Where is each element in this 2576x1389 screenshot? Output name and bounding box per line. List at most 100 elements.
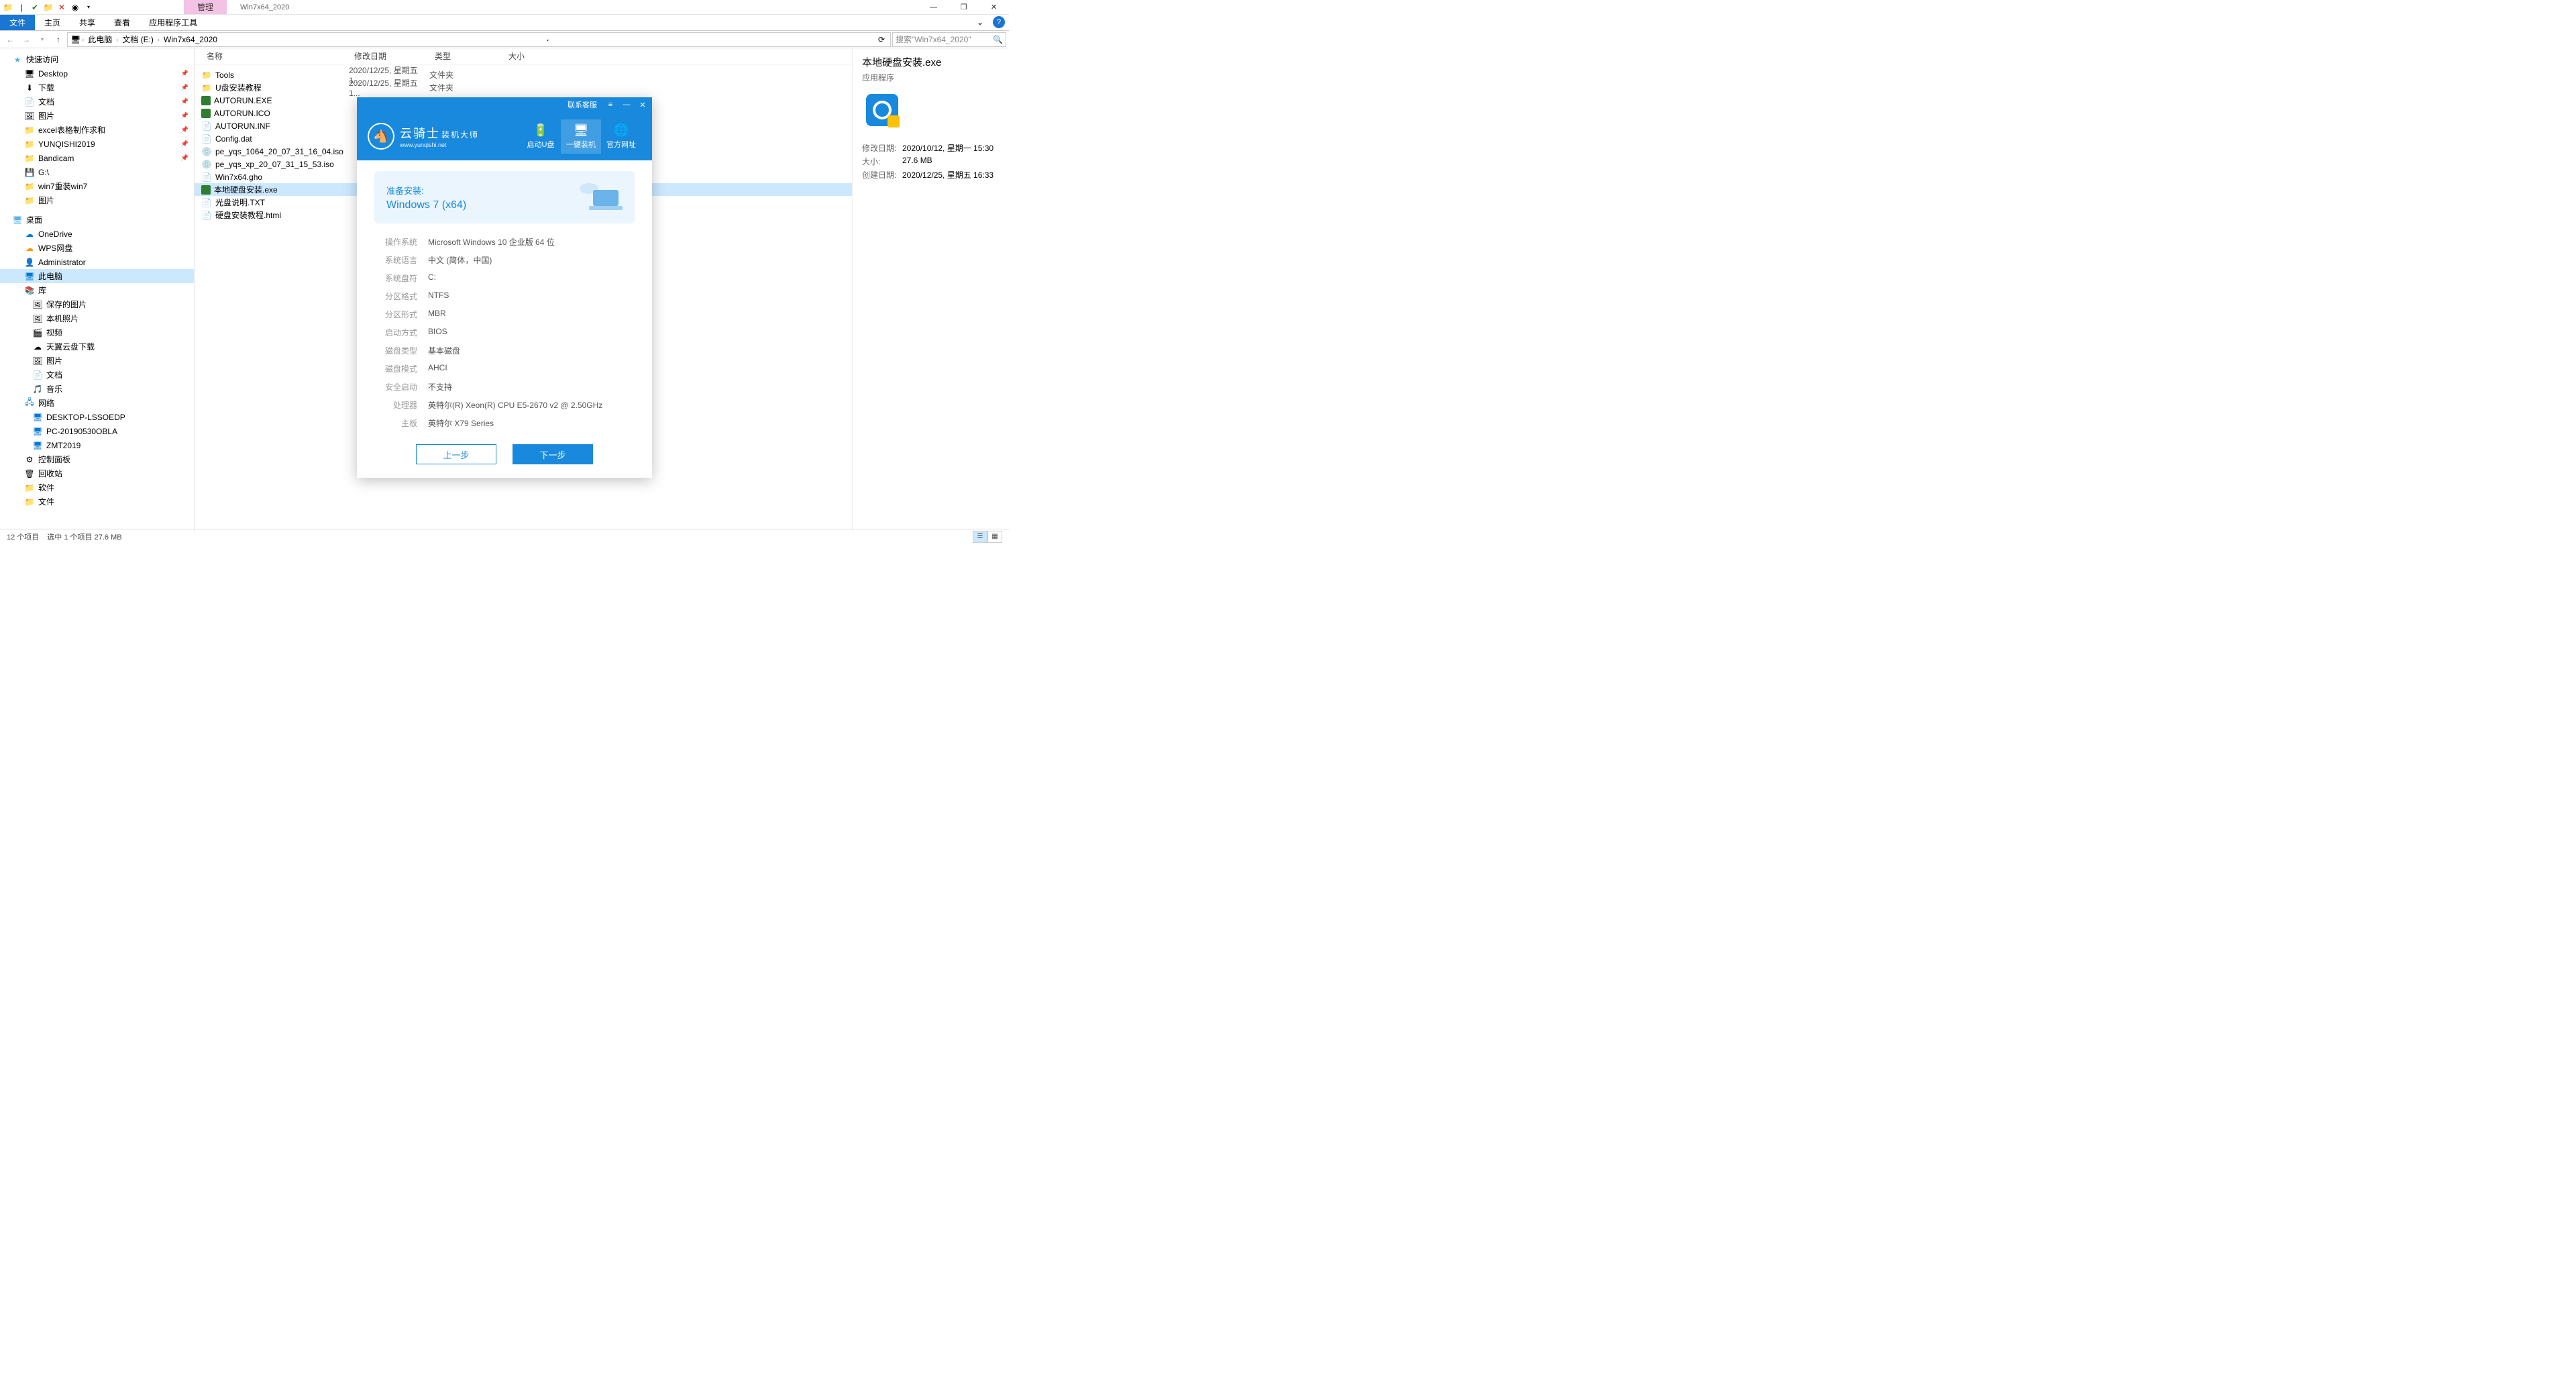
quick-access-header[interactable]: ★ 快速访问	[0, 52, 194, 66]
tab-app-tools[interactable]: 应用程序工具	[140, 15, 207, 30]
sidebar-item[interactable]: 🖼图片📌	[0, 109, 194, 123]
chevron-right-icon[interactable]: ›	[158, 36, 160, 43]
sidebar-item[interactable]: 🖼保存的图片	[0, 297, 194, 311]
ribbon-context-tab[interactable]: 管理	[184, 0, 227, 14]
sidebar-item[interactable]: 🎬视频	[0, 325, 194, 340]
system-info-row: 分区形式MBR	[374, 305, 635, 323]
navigation-pane[interactable]: ★ 快速访问 🖥Desktop📌⬇下载📌📄文档📌🖼图片📌📁excel表格制作求和…	[0, 48, 195, 531]
chevron-right-icon[interactable]: ›	[116, 36, 118, 43]
info-label: 系统语言	[374, 254, 417, 266]
nav-item-label: 音乐	[46, 383, 62, 395]
back-button[interactable]: ←	[3, 32, 17, 47]
installer-menu-icon[interactable]: ≡	[604, 101, 617, 109]
details-view-button[interactable]: ☰	[973, 531, 987, 543]
sidebar-item[interactable]: 📁图片	[0, 193, 194, 207]
sidebar-item[interactable]: 🖥Desktop📌	[0, 66, 194, 81]
column-type[interactable]: 类型	[429, 50, 503, 62]
icons-view-button[interactable]: ▦	[987, 531, 1002, 543]
sidebar-item[interactable]: 📁文件	[0, 495, 194, 509]
sidebar-item[interactable]: ⬇下载📌	[0, 81, 194, 95]
file-row[interactable]: 📁U盘安装教程2020/12/25, 星期五 1...文件夹	[195, 81, 852, 94]
info-label: 操作系统	[374, 236, 417, 248]
nav-item-icon: 🖥	[24, 68, 35, 79]
details-row: 修改日期:2020/10/12, 星期一 15:30	[862, 142, 1000, 154]
details-value: 2020/12/25, 星期五 16:33	[902, 169, 994, 181]
refresh-icon[interactable]: ⟳	[875, 35, 888, 44]
tab-share[interactable]: 共享	[70, 15, 105, 30]
sidebar-item[interactable]: 🖥PC-20190530OBLA	[0, 424, 194, 438]
installer-nav-label: 启动U盘	[527, 139, 555, 150]
checkmark-icon[interactable]: ✔	[30, 2, 40, 13]
ribbon-expand-icon[interactable]: ⌄	[971, 15, 989, 30]
sidebar-item[interactable]: 🖥ZMT2019	[0, 438, 194, 452]
file-row[interactable]: 📁Tools2020/12/25, 星期五 1...文件夹	[195, 68, 852, 81]
installer-minimize-button[interactable]: —	[620, 101, 633, 109]
nav-item-icon: 📁	[24, 482, 35, 493]
nav-item-label: 本机照片	[46, 313, 78, 324]
search-input[interactable]: 搜索"Win7x64_2020" 🔍	[892, 32, 1006, 47]
dropdown-icon[interactable]: ⌄	[543, 36, 553, 42]
sidebar-item[interactable]: 🖼图片	[0, 354, 194, 368]
breadcrumb[interactable]: 🖥 › 此电脑 › 文档 (E:) › Win7x64_2020 ⌄ ⟳	[67, 32, 891, 47]
info-value: BIOS	[428, 327, 447, 338]
sidebar-item[interactable]: 👤Administrator	[0, 255, 194, 269]
sidebar-item[interactable]: 🖥DESKTOP-LSSOEDP	[0, 410, 194, 424]
next-step-button[interactable]: 下一步	[513, 444, 593, 464]
column-name[interactable]: 名称	[195, 50, 349, 62]
close-button[interactable]: ✕	[979, 0, 1009, 15]
desktop-header[interactable]: 🖥 桌面	[0, 213, 194, 227]
help-icon[interactable]: ?	[993, 16, 1005, 28]
folder-icon[interactable]: 📁	[43, 2, 54, 13]
properties-icon[interactable]: ◉	[70, 2, 80, 13]
recent-dropdown-icon[interactable]: ▾	[35, 32, 50, 47]
sidebar-item[interactable]: 📄文档📌	[0, 95, 194, 109]
desktop-icon: 🖥	[12, 215, 23, 225]
sidebar-item[interactable]: 🗑回收站	[0, 466, 194, 480]
sidebar-item[interactable]: 🖼本机照片	[0, 311, 194, 325]
nav-item-label: G:\	[38, 168, 49, 177]
column-date[interactable]: 修改日期	[349, 50, 429, 62]
network-header[interactable]: 🖧 网络	[0, 396, 194, 410]
sidebar-item[interactable]: 📁excel表格制作求和📌	[0, 123, 194, 137]
sidebar-item[interactable]: ☁天翼云盘下载	[0, 340, 194, 354]
delete-icon[interactable]: ✕	[56, 2, 67, 13]
sidebar-item[interactable]: 📁软件	[0, 480, 194, 495]
sidebar-item[interactable]: ☁WPS网盘	[0, 241, 194, 255]
prev-step-button[interactable]: 上一步	[416, 444, 496, 464]
crumb-this-pc[interactable]: 此电脑	[85, 34, 115, 45]
crumb-folder[interactable]: Win7x64_2020	[161, 35, 220, 44]
system-info-row: 启动方式BIOS	[374, 323, 635, 342]
maximize-button[interactable]: ❐	[949, 0, 979, 15]
sidebar-item[interactable]: 📁YUNQISHI2019📌	[0, 137, 194, 151]
forward-button[interactable]: →	[19, 32, 34, 47]
sidebar-item[interactable]: 📄文档	[0, 368, 194, 382]
installer-nav-item[interactable]: 🔋启动U盘	[521, 119, 561, 154]
installer-nav-label: 一键装机	[566, 139, 596, 150]
chevron-right-icon[interactable]: ›	[82, 36, 84, 43]
sidebar-item[interactable]: 📁win7重装win7	[0, 179, 194, 193]
column-size[interactable]: 大小	[503, 50, 557, 62]
installer-nav-item[interactable]: 🖥一键装机	[561, 119, 601, 154]
installer-close-button[interactable]: ✕	[636, 101, 649, 109]
network-icon: 🖧	[24, 398, 35, 409]
up-button[interactable]: ↑	[51, 32, 66, 47]
sidebar-item[interactable]: 🖥此电脑	[0, 269, 194, 283]
minimize-button[interactable]: —	[918, 0, 949, 15]
crumb-drive[interactable]: 文档 (E:)	[119, 34, 156, 45]
tab-view[interactable]: 查看	[105, 15, 140, 30]
sidebar-item[interactable]: 📚库	[0, 283, 194, 297]
tab-home[interactable]: 主页	[35, 15, 70, 30]
sidebar-item[interactable]: ⚙控制面板	[0, 452, 194, 466]
file-tab[interactable]: 文件	[0, 15, 35, 30]
sidebar-item[interactable]: 🎵音乐	[0, 382, 194, 396]
file-name: 硬盘安装教程.html	[215, 209, 281, 221]
sidebar-item[interactable]: 📁Bandicam📌	[0, 151, 194, 165]
search-icon[interactable]: 🔍	[993, 35, 1003, 44]
sidebar-item[interactable]: 💾G:\	[0, 165, 194, 179]
dropdown-icon[interactable]: ▾	[83, 2, 94, 13]
folder-icon: 📁	[201, 83, 212, 93]
installer-nav-icon: 🖥	[574, 123, 589, 138]
installer-nav-item[interactable]: 🌐官方网址	[601, 119, 641, 154]
sidebar-item[interactable]: ☁OneDrive	[0, 227, 194, 241]
contact-support-link[interactable]: 联系客服	[568, 99, 597, 110]
